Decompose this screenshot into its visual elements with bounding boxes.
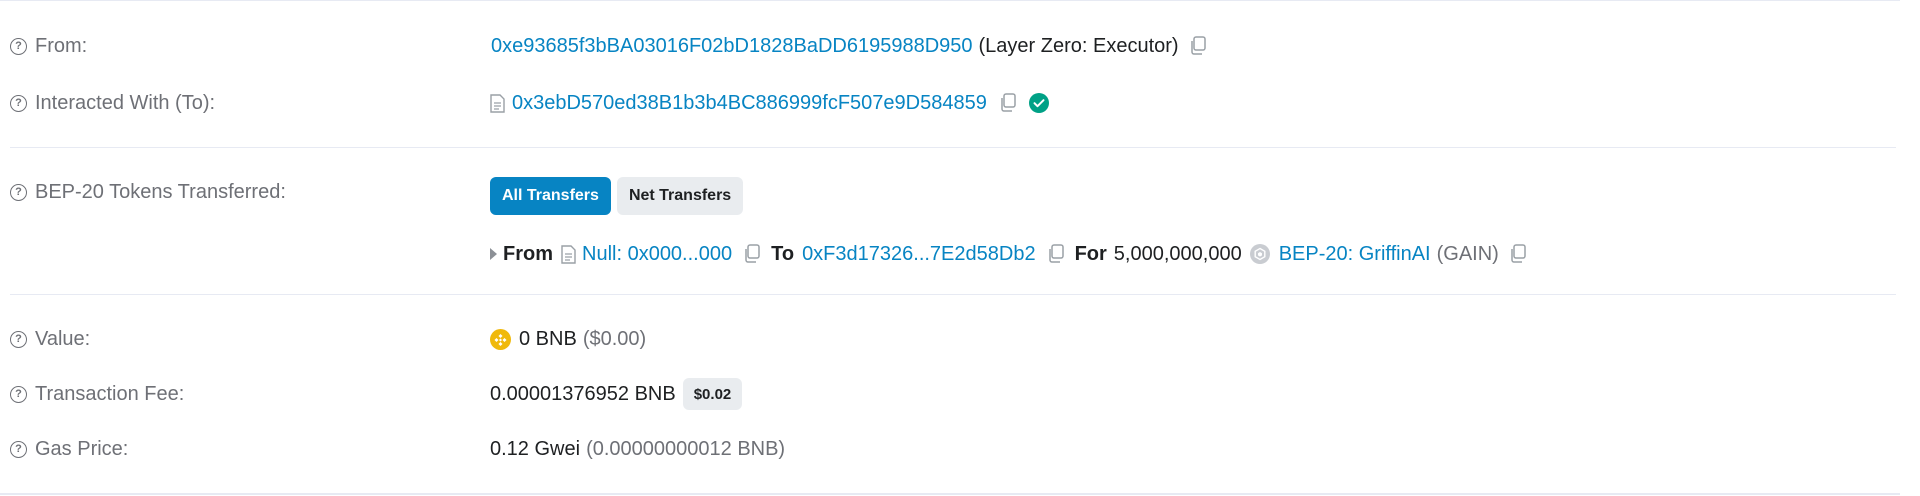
- question-circle-icon[interactable]: ?: [10, 330, 27, 348]
- bnb-coin-icon: [490, 328, 511, 350]
- transfer-amount: 5,000,000,000: [1113, 242, 1242, 265]
- check-circle-icon: [1028, 93, 1049, 113]
- value-row: ? Value: 0 BNB ($0.00): [0, 322, 1900, 356]
- token-symbol: (GAIN): [1436, 242, 1499, 265]
- value-label-wrap: ? Value:: [10, 322, 90, 356]
- token-name-link[interactable]: BEP-20: GriffinAI: [1279, 243, 1431, 266]
- transfer-to-address[interactable]: 0xF3d17326...7E2d58Db2: [802, 243, 1036, 266]
- fee-label: Transaction Fee:: [35, 382, 185, 405]
- fee-amount: 0.00001376952 BNB: [490, 382, 676, 405]
- net-transfers-tab[interactable]: Net Transfers: [616, 177, 744, 215]
- value-value: 0 BNB ($0.00): [490, 322, 646, 356]
- from-address-link[interactable]: 0xe93685f3bBA03016F02bD1828BaDD6195988D9…: [491, 35, 973, 58]
- copy-icon[interactable]: [999, 93, 1017, 113]
- token-logo-icon: [1249, 244, 1270, 264]
- caret-right-icon[interactable]: [490, 248, 497, 260]
- value-label: Value:: [35, 327, 91, 350]
- fee-value: 0.00001376952 BNB $0.02: [490, 377, 743, 411]
- copy-icon[interactable]: [743, 244, 761, 264]
- transfer-from-address[interactable]: Null: 0x000...000: [582, 243, 732, 266]
- gas-label: Gas Price:: [35, 437, 129, 460]
- token-transfer-row: From Null: 0x000...000 To 0xF3d17326...7…: [0, 237, 1900, 271]
- copy-icon[interactable]: [1509, 244, 1527, 264]
- fee-row: ? Transaction Fee: 0.00001376952 BNB $0.…: [0, 377, 1900, 411]
- transfer-for-word: For: [1074, 242, 1107, 265]
- transfer-to-word: To: [771, 242, 795, 265]
- file-document-icon: [561, 244, 576, 264]
- top-divider: [0, 0, 1900, 1]
- tokens-label: BEP-20 Tokens Transferred:: [35, 180, 286, 203]
- value-amount: 0 BNB: [519, 327, 577, 350]
- question-circle-icon[interactable]: ?: [10, 440, 27, 458]
- tokens-label-row: ? BEP-20 Tokens Transferred:: [0, 175, 1900, 209]
- interacted-label-wrap: ? Interacted With (To):: [10, 86, 215, 120]
- interacted-row: ? Interacted With (To): 0x3ebD570ed38B1b…: [0, 86, 1900, 120]
- tokens-label-wrap: ? BEP-20 Tokens Transferred:: [10, 175, 286, 209]
- section-divider: [10, 147, 1896, 148]
- all-transfers-tab[interactable]: All Transfers: [490, 177, 611, 215]
- question-circle-icon[interactable]: ?: [10, 37, 27, 55]
- copy-icon[interactable]: [1047, 244, 1065, 264]
- question-circle-icon[interactable]: ?: [10, 385, 27, 403]
- section-divider: [10, 294, 1896, 295]
- transfer-from-word: From: [503, 242, 553, 265]
- interacted-label: Interacted With (To):: [35, 91, 216, 114]
- gas-bnb: (0.00000000012 BNB): [586, 437, 786, 460]
- from-name-tag: (Layer Zero: Executor): [978, 34, 1179, 57]
- from-label-wrap: ? From:: [10, 29, 87, 63]
- fee-usd-badge: $0.02: [682, 378, 743, 410]
- from-row: ? From: 0xe93685f3bBA03016F02bD1828BaDD6…: [0, 29, 1900, 63]
- fee-label-wrap: ? Transaction Fee:: [10, 377, 184, 411]
- gas-row: ? Gas Price: 0.12 Gwei (0.00000000012 BN…: [0, 432, 1900, 466]
- gas-label-wrap: ? Gas Price:: [10, 432, 128, 466]
- transfer-tabs: All Transfers Net Transfers: [490, 177, 744, 215]
- interacted-value: 0x3ebD570ed38B1b3b4BC886999fcF507e9D5848…: [490, 86, 1049, 120]
- copy-icon[interactable]: [1189, 36, 1207, 56]
- interacted-address-link[interactable]: 0x3ebD570ed38B1b3b4BC886999fcF507e9D5848…: [512, 92, 987, 115]
- question-circle-icon[interactable]: ?: [10, 183, 27, 201]
- gas-gwei: 0.12 Gwei: [490, 437, 581, 460]
- question-circle-icon[interactable]: ?: [10, 94, 27, 112]
- from-label: From:: [35, 34, 88, 57]
- value-usd: ($0.00): [582, 327, 647, 350]
- token-transfer-line: From Null: 0x000...000 To 0xF3d17326...7…: [490, 237, 1527, 271]
- gas-value: 0.12 Gwei (0.00000000012 BNB): [490, 432, 785, 466]
- from-value: 0xe93685f3bBA03016F02bD1828BaDD6195988D9…: [491, 29, 1207, 63]
- file-document-icon: [490, 93, 505, 113]
- bottom-divider: [0, 493, 1900, 495]
